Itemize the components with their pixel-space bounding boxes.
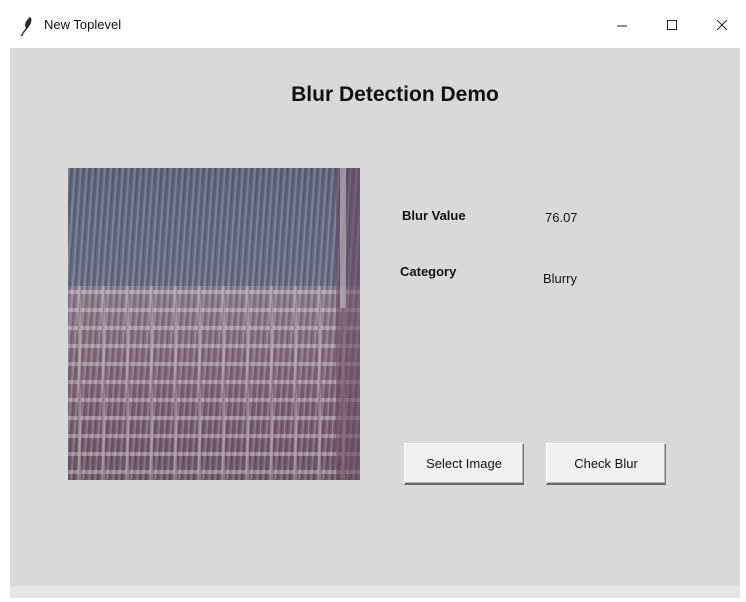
close-button[interactable] (700, 8, 744, 42)
category-label: Category (400, 264, 457, 279)
check-blur-button[interactable]: Check Blur (546, 443, 666, 485)
close-icon (716, 19, 728, 31)
window-bottom-edge (10, 586, 740, 598)
image-preview (68, 168, 360, 480)
window-title: New Toplevel (44, 17, 122, 32)
blurred-photo-image (68, 168, 360, 480)
select-image-button[interactable]: Select Image (404, 443, 524, 485)
page-title: Blur Detection Demo (291, 83, 499, 106)
blur-value-label: Blur Value (402, 208, 466, 223)
client-area: Blur Detection Demo Blur Value 76.07 Cat… (10, 48, 740, 598)
maximize-button[interactable] (650, 8, 694, 42)
minimize-icon (617, 25, 627, 27)
feather-icon (20, 17, 32, 36)
category-value: Blurry (543, 271, 577, 286)
app-window: New Toplevel Blur Detection Demo Blur Va… (0, 0, 746, 602)
maximize-icon (667, 20, 677, 30)
title-bar[interactable]: New Toplevel (0, 0, 746, 48)
minimize-button[interactable] (600, 8, 644, 42)
blur-value: 76.07 (545, 210, 578, 225)
